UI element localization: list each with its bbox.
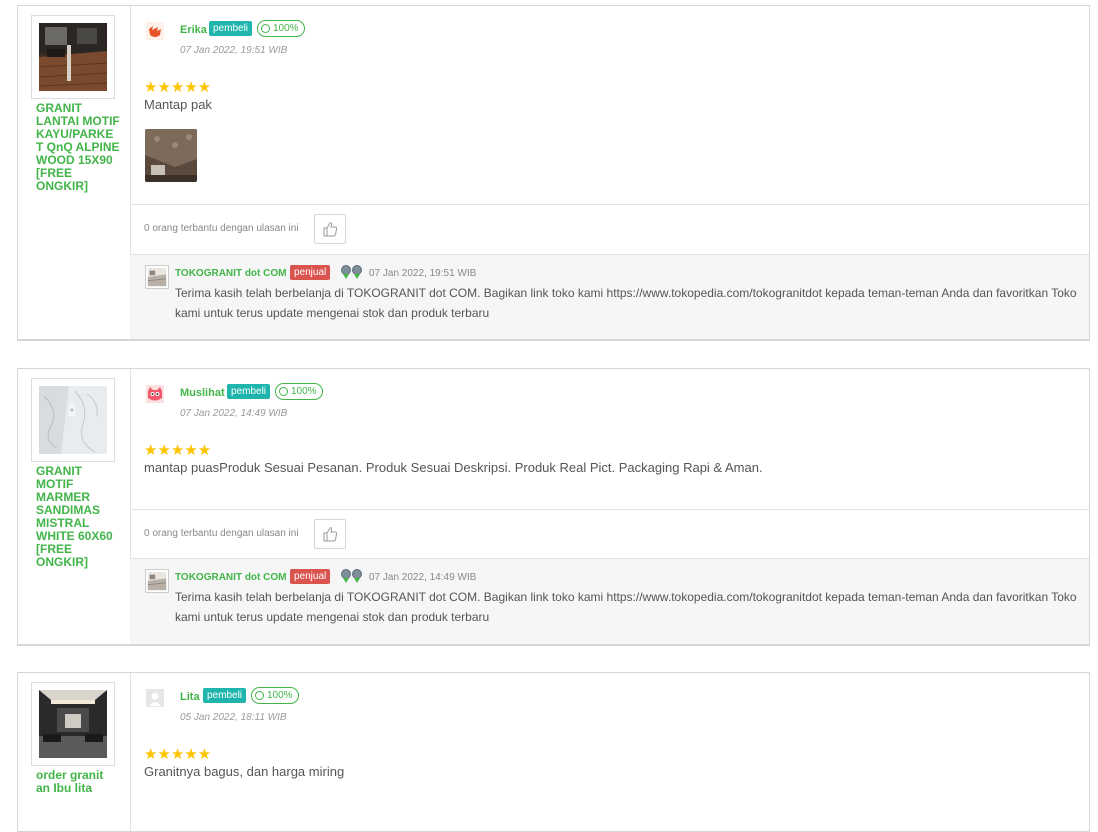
review-text: mantap puasProduk Sesuai Pesanan. Produk… — [144, 460, 763, 475]
review-body: Lita pembeli 100% 05 Jan 2022, 18:11 WIB… — [130, 673, 1089, 831]
thumbs-up-icon — [323, 527, 338, 542]
review-text: Granitnya bagus, dan harga miring — [144, 764, 345, 779]
helpful-row: 0 orang terbantu dengan ulasan ini — [130, 204, 1089, 254]
seller-medal-icon — [341, 569, 362, 583]
seller-badge: penjual — [290, 265, 331, 280]
review-body: Erika pembeli 100% 07 Jan 2022, 19:51 WI… — [130, 6, 1089, 339]
product-name-link[interactable]: order granit an Ibu lita — [36, 769, 120, 795]
reputation-badge: 100% — [251, 687, 299, 704]
product-thumbnail[interactable] — [31, 682, 115, 766]
star-rating: ★★★★★ — [144, 442, 212, 459]
review-date: 07 Jan 2022, 14:49 WIB — [180, 408, 288, 419]
user-avatar[interactable] — [146, 385, 164, 403]
username[interactable]: Lita — [180, 691, 200, 703]
buyer-badge: pembeli — [203, 688, 247, 703]
review-body: Muslihat pembeli 100% 07 Jan 2022, 14:49… — [130, 369, 1089, 644]
seller-medal-icon — [341, 265, 362, 279]
smile-icon — [261, 24, 270, 33]
seller-reply: TOKOGRANIT dot COM penjual 07 Jan 2022, … — [130, 254, 1089, 339]
seller-name[interactable]: TOKOGRANIT dot COM — [175, 268, 286, 279]
buyer-badge: pembeli — [209, 21, 253, 36]
product-thumbnail[interactable] — [31, 378, 115, 462]
like-button[interactable] — [314, 214, 346, 244]
star-rating: ★★★★★ — [144, 79, 212, 96]
reputation-badge: 100% — [257, 20, 305, 37]
review-card: GRANIT MOTIF MARMER SANDIMAS MISTRAL WHI… — [17, 368, 1090, 646]
reputation-value: 100% — [291, 386, 317, 397]
username[interactable]: Muslihat — [180, 387, 225, 399]
username[interactable]: Erika — [180, 24, 207, 36]
helpful-row: 0 orang terbantu dengan ulasan ini — [130, 509, 1089, 559]
product-name-link[interactable]: GRANIT MOTIF MARMER SANDIMAS MISTRAL WHI… — [36, 465, 120, 569]
review-photo[interactable] — [145, 129, 197, 182]
reputation-value: 100% — [267, 690, 293, 701]
helpful-count: 0 orang terbantu dengan ulasan ini — [144, 528, 299, 539]
review-text: Mantap pak — [144, 97, 212, 112]
product-column: GRANIT LANTAI MOTIF KAYU/PARKET QnQ ALPI… — [18, 6, 131, 339]
user-avatar[interactable] — [146, 689, 164, 707]
review-date: 07 Jan 2022, 19:51 WIB — [180, 45, 288, 56]
seller-reply: TOKOGRANIT dot COM penjual 07 Jan 2022, … — [130, 558, 1089, 644]
seller-badge: penjual — [290, 569, 331, 584]
reply-date: 07 Jan 2022, 14:49 WIB — [369, 572, 477, 583]
product-thumbnail[interactable] — [31, 15, 115, 99]
reply-text: Terima kasih telah berbelanja di TOKOGRA… — [175, 590, 1077, 624]
review-card: GRANIT LANTAI MOTIF KAYU/PARKET QnQ ALPI… — [17, 5, 1090, 341]
smile-icon — [255, 691, 264, 700]
seller-avatar[interactable] — [145, 569, 169, 593]
smile-icon — [279, 387, 288, 396]
product-image — [39, 23, 107, 91]
review-card: order granit an Ibu lita Lita pembeli 10… — [17, 672, 1090, 832]
seller-name[interactable]: TOKOGRANIT dot COM — [175, 572, 286, 583]
product-image — [39, 386, 107, 454]
product-name-link[interactable]: GRANIT LANTAI MOTIF KAYU/PARKET QnQ ALPI… — [36, 102, 120, 193]
helpful-count: 0 orang terbantu dengan ulasan ini — [144, 223, 299, 234]
buyer-badge: pembeli — [227, 384, 271, 399]
like-button[interactable] — [314, 519, 346, 549]
reply-text: Terima kasih telah berbelanja di TOKOGRA… — [175, 286, 1077, 320]
seller-avatar[interactable] — [145, 265, 169, 289]
product-column: order granit an Ibu lita — [18, 673, 131, 831]
thumbs-up-icon — [323, 222, 338, 237]
product-column: GRANIT MOTIF MARMER SANDIMAS MISTRAL WHI… — [18, 369, 131, 644]
reply-date: 07 Jan 2022, 19:51 WIB — [369, 268, 477, 279]
user-avatar[interactable] — [146, 22, 164, 40]
reputation-value: 100% — [273, 23, 299, 34]
product-image — [39, 690, 107, 758]
reputation-badge: 100% — [275, 383, 323, 400]
review-date: 05 Jan 2022, 18:11 WIB — [180, 712, 287, 723]
star-rating: ★★★★★ — [144, 746, 212, 763]
